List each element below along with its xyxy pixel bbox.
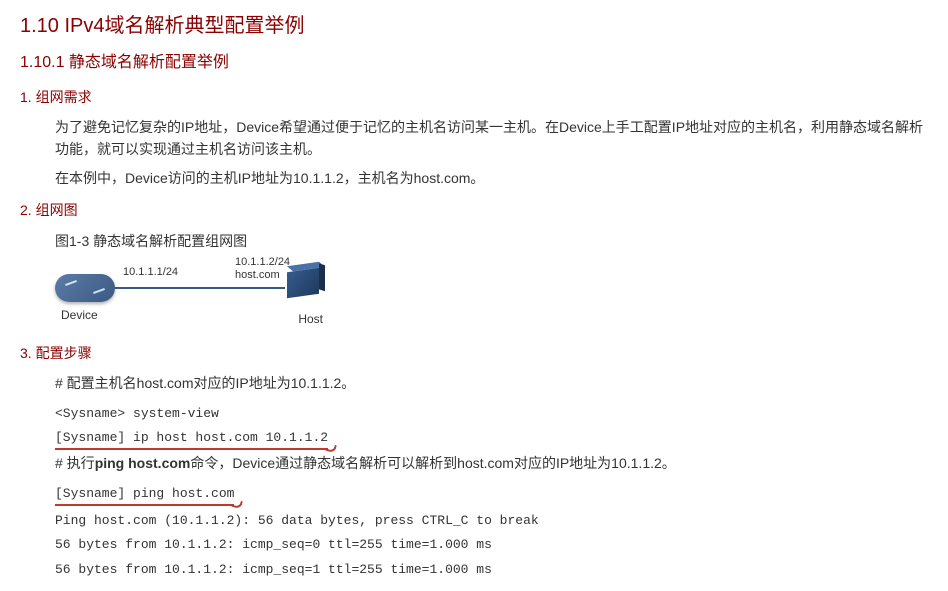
command-line-3: [Sysname] ping host.com <box>55 485 234 506</box>
subsection-3-title: 3. 配置步骤 <box>20 342 928 364</box>
sec1-paragraph-2: 在本例中，Device访问的主机IP地址为10.1.1.2，主机名为host.c… <box>55 167 928 189</box>
figure-caption: 图1-3 静态域名解析配置组网图 <box>55 230 928 252</box>
step-2-text: # 执行ping host.com命令，Device通过静态域名解析可以解析到h… <box>55 452 928 474</box>
section-heading-2: 1.10.1 静态域名解析配置举例 <box>20 50 928 76</box>
topology-diagram: 10.1.1.1/24 10.1.1.2/24 host.com Device … <box>55 262 335 332</box>
output-line-2: 56 bytes from 10.1.1.2: icmp_seq=0 ttl=2… <box>55 536 492 554</box>
subsection-2-title: 2. 组网图 <box>20 199 928 221</box>
step-1-text: # 配置主机名host.com对应的IP地址为10.1.1.2。 <box>55 372 928 394</box>
command-line-1: <Sysname> system-view <box>55 405 219 423</box>
link-line <box>115 287 285 289</box>
output-line-3: 56 bytes from 10.1.1.2: icmp_seq=1 ttl=2… <box>55 561 492 579</box>
device-label: Device <box>61 306 98 325</box>
command-line-2: [Sysname] ip host host.com 10.1.1.2 <box>55 429 328 450</box>
ip-label-host: 10.1.1.2/24 host.com <box>235 256 290 282</box>
host-icon <box>287 270 325 308</box>
router-icon <box>55 274 115 302</box>
subsection-1-title: 1. 组网需求 <box>20 86 928 108</box>
sec1-paragraph-1: 为了避免记忆复杂的IP地址，Device希望通过便于记忆的主机名访问某一主机。在… <box>55 116 928 161</box>
section-heading-1: 1.10 IPv4域名解析典型配置举例 <box>20 10 928 42</box>
ip-label-device: 10.1.1.1/24 <box>123 264 178 282</box>
output-line-1: Ping host.com (10.1.1.2): 56 data bytes,… <box>55 512 539 530</box>
host-label: Host <box>298 310 323 329</box>
